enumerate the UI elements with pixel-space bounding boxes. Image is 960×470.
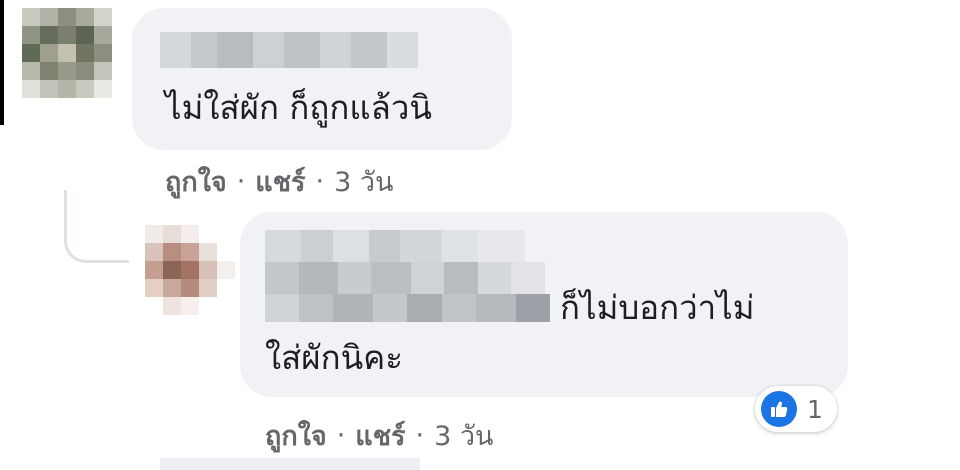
left-edge-bar [0,0,4,125]
reaction-count[interactable]: 1 [755,386,837,432]
separator-dot: · [236,166,246,197]
comment-text: ใส่ผักนิคะ [265,338,403,377]
timestamp[interactable]: 3 วัน [334,160,393,203]
share-link[interactable]: แชร์ [355,414,405,457]
redacted-text [265,294,550,322]
like-link[interactable]: ถูกใจ [165,160,227,203]
reaction-count-number: 1 [807,394,823,424]
share-link[interactable]: แชร์ [255,160,305,203]
comment-actions: ถูกใจ · แชร์ · 3 วัน [165,160,394,203]
avatar[interactable] [145,225,235,315]
author-name-redacted[interactable] [265,230,525,262]
separator-dot: · [315,166,325,197]
comment-text: ก็ไม่บอกว่าไม่ [560,288,755,327]
author-name-redacted[interactable] [160,32,418,68]
timestamp[interactable]: 3 วัน [434,414,493,457]
comment-text: ไม่ใส่ผัก ก็ถูกแล้วนิ [165,88,432,127]
separator-dot: · [336,420,346,451]
reply-thread-line [64,190,129,263]
like-link[interactable]: ถูกใจ [265,414,327,457]
comment-actions: ถูกใจ · แชร์ · 3 วัน [265,414,494,457]
like-icon [761,391,797,427]
redacted-text [265,262,545,294]
next-comment-redacted [160,458,420,470]
comment-bubble [132,8,512,150]
separator-dot: · [415,420,425,451]
avatar[interactable] [22,8,112,98]
